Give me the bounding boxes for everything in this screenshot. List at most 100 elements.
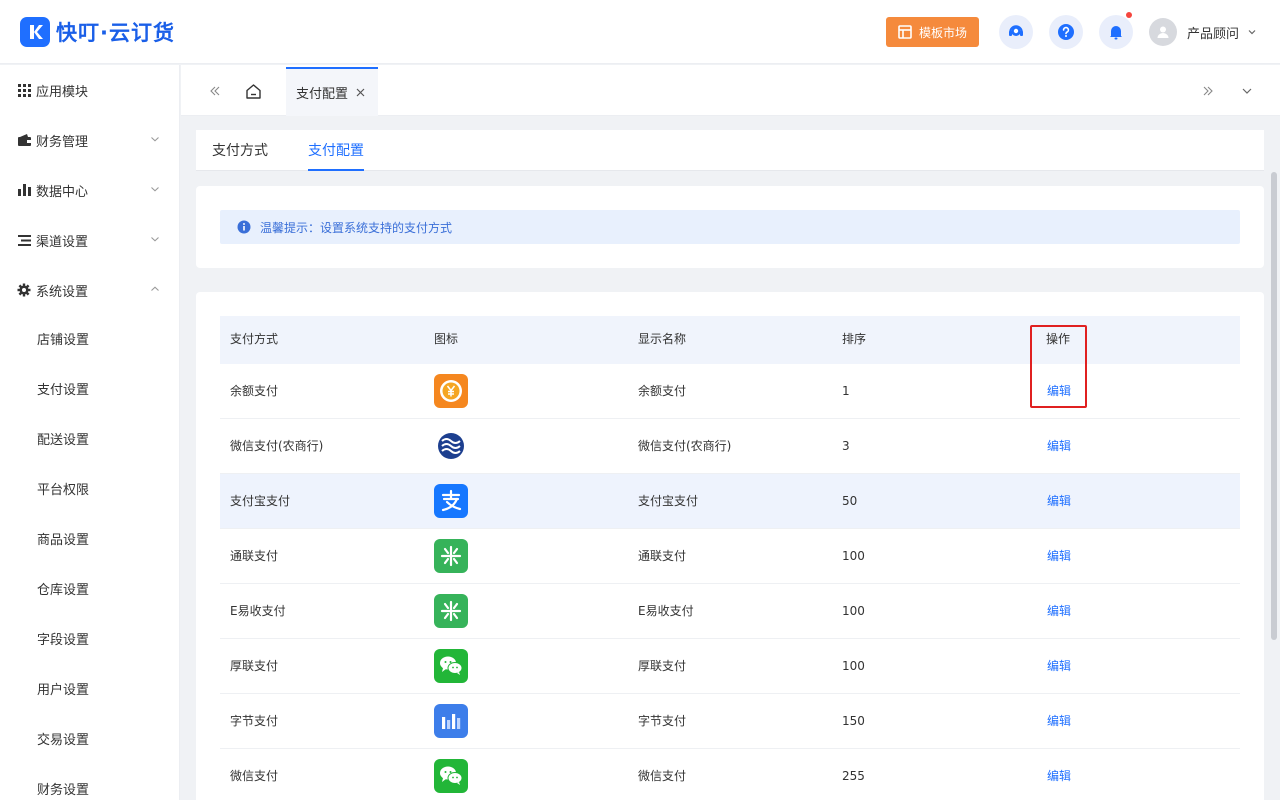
display-name-cell: 余额支付 [638, 384, 687, 398]
table-row: 支付宝支付 支付宝支付 50 编辑 [220, 474, 1240, 529]
tip-card: 温馨提示：设置系统支持的支付方式 [196, 186, 1264, 268]
wechat-icon [434, 649, 468, 683]
table-header: 支付方式 图标 显示名称 排序 操作 [220, 316, 1240, 364]
sidebar-item-finance-settings[interactable]: 财务设置 [0, 763, 180, 800]
sidebar-item-payment-settings[interactable]: 支付设置 [0, 363, 180, 413]
gear-icon [17, 283, 31, 297]
sort-cell: 1 [842, 384, 850, 398]
user-icon [1157, 26, 1169, 38]
content-scrollbar[interactable] [1271, 172, 1277, 640]
sort-cell: 50 [842, 494, 858, 508]
tab-payment-config[interactable]: 支付配置 [286, 67, 378, 116]
bar-chart-icon [17, 183, 31, 197]
method-cell: 字节支付 [230, 714, 279, 728]
alipay-icon [434, 484, 468, 518]
sidebar-item-channel-settings[interactable]: 渠道设置 [0, 215, 180, 265]
table-row: 微信支付(农商行) 微信支付(农商行) 3 编辑 [220, 419, 1240, 474]
chevron-down-icon [151, 137, 159, 142]
headset-icon [1009, 25, 1023, 36]
template-market-label: 模板市场 [918, 25, 967, 40]
edit-link[interactable]: 编辑 [1047, 419, 1071, 473]
tab-payment-config-active[interactable]: 支付配置 [308, 130, 364, 171]
edit-link[interactable]: 编辑 [1047, 639, 1071, 693]
customer-service-button[interactable] [999, 15, 1033, 49]
column-header: 支付方式 [230, 332, 279, 346]
sidebar-item-store-settings[interactable]: 店铺设置 [0, 313, 180, 363]
method-cell: 微信支付(农商行) [230, 439, 324, 453]
display-name-cell: 通联支付 [638, 549, 687, 563]
edit-link[interactable]: 编辑 [1047, 474, 1071, 528]
sidebar-item-system-settings[interactable]: 系统设置 [0, 265, 180, 315]
sidebar-item-data-center[interactable]: 数据中心 [0, 165, 180, 215]
sidebar-item-label: 交易设置 [37, 732, 90, 748]
bytedance-icon [434, 704, 468, 738]
tab-payment-methods[interactable]: 支付方式 [212, 130, 268, 171]
sidebar-item-label: 应用模块 [36, 84, 89, 100]
sidebar-item-platform-permissions[interactable]: 平台权限 [0, 463, 180, 513]
home-icon[interactable] [243, 81, 263, 101]
chevron-down-icon [151, 187, 159, 192]
user-menu[interactable]: 产品顾问 [1149, 18, 1257, 46]
sidebar-item-trade-settings[interactable]: 交易设置 [0, 713, 180, 763]
display-name-cell: 字节支付 [638, 714, 687, 728]
sidebar-item-label: 字段设置 [37, 632, 90, 648]
page-tab-bar: 支付配置 [181, 65, 1280, 116]
display-name-cell: 支付宝支付 [638, 494, 699, 508]
edit-link[interactable]: 编辑 [1047, 749, 1071, 800]
payment-table-card: 支付方式 图标 显示名称 排序 操作 余额支付 余额支付 1 编辑 微信支付(农… [196, 292, 1264, 800]
sidebar-item-label: 数据中心 [36, 184, 89, 200]
sort-cell: 100 [842, 549, 865, 563]
collapse-left-icon[interactable] [205, 81, 225, 101]
scroll-right-icon[interactable] [1198, 81, 1218, 101]
bell-icon [1110, 26, 1122, 40]
info-icon [237, 220, 251, 234]
sidebar-item-label: 配送设置 [37, 432, 90, 448]
sidebar-item-app-modules[interactable]: 应用模块 [0, 65, 180, 115]
sidebar-item-product-settings[interactable]: 商品设置 [0, 513, 180, 563]
sidebar-item-finance[interactable]: 财务管理 [0, 115, 180, 165]
sort-cell: 100 [842, 659, 865, 673]
template-icon [898, 25, 912, 39]
sidebar-item-label: 用户设置 [37, 682, 90, 698]
tab-menu-chevron-down-icon[interactable] [1237, 81, 1257, 101]
tip-banner: 温馨提示：设置系统支持的支付方式 [220, 210, 1240, 244]
wallet-icon [17, 133, 31, 147]
display-name-cell: E易收支付 [638, 604, 694, 618]
method-cell: 支付宝支付 [230, 494, 291, 508]
chevron-down-icon [151, 237, 159, 242]
top-header: 快叮·云订货 模板市场 产品顾问 [0, 0, 1280, 64]
sort-cell: 3 [842, 439, 850, 453]
edit-link[interactable]: 编辑 [1047, 364, 1071, 418]
sidebar-item-warehouse-settings[interactable]: 仓库设置 [0, 563, 180, 613]
sidebar-item-delivery-settings[interactable]: 配送设置 [0, 413, 180, 463]
app-logo[interactable]: 快叮·云订货 [20, 17, 175, 47]
edit-link[interactable]: 编辑 [1047, 529, 1071, 583]
sort-cell: 150 [842, 714, 865, 728]
sidebar-item-field-settings[interactable]: 字段设置 [0, 613, 180, 663]
app-title: 快叮·云订货 [56, 21, 175, 45]
allinpay-icon [434, 539, 468, 573]
method-cell: 微信支付 [230, 769, 279, 783]
close-icon[interactable] [356, 88, 365, 97]
edit-link[interactable]: 编辑 [1047, 694, 1071, 748]
sidebar-item-user-settings[interactable]: 用户设置 [0, 663, 180, 713]
help-button[interactable] [1049, 15, 1083, 49]
tab-label: 支付配置 [308, 143, 364, 159]
avatar [1149, 18, 1177, 46]
allinpay-icon [434, 594, 468, 628]
sidebar-item-label: 商品设置 [37, 532, 90, 548]
notifications-button[interactable] [1099, 12, 1133, 49]
edit-link[interactable]: 编辑 [1047, 584, 1071, 638]
template-market-button[interactable]: 模板市场 [886, 17, 979, 47]
table-row: 通联支付 通联支付 100 编辑 [220, 529, 1240, 584]
sidebar-item-label: 仓库设置 [37, 582, 90, 598]
sidebar-item-label: 财务设置 [37, 782, 90, 798]
logo-k-icon [20, 17, 50, 47]
tab-label: 支付配置 [296, 87, 349, 102]
column-header: 图标 [434, 332, 459, 346]
sidebar-item-label: 店铺设置 [37, 332, 90, 348]
question-icon [1058, 24, 1074, 40]
sidebar-item-label: 支付设置 [37, 382, 90, 398]
column-header: 操作 [1046, 332, 1071, 346]
user-name: 产品顾问 [1187, 26, 1240, 42]
